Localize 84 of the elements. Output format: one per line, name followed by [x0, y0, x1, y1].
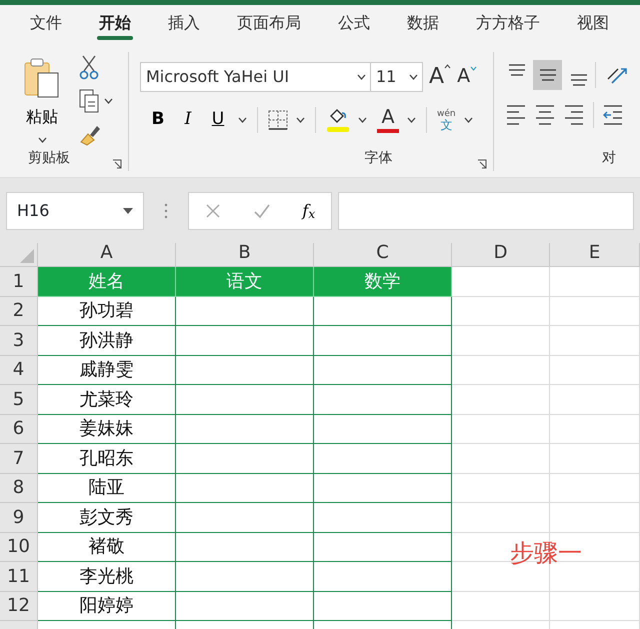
text-align-icon[interactable] [564, 103, 584, 127]
more-options-icon[interactable] [164, 202, 168, 218]
increase-font-size-button[interactable]: A [429, 60, 452, 93]
align-icon [540, 69, 556, 81]
scissors-icon[interactable] [78, 54, 100, 80]
column-header[interactable]: D [452, 243, 550, 267]
caret-down-icon [470, 66, 478, 72]
caret-up-icon [444, 64, 452, 69]
column-header[interactable]: B [176, 243, 314, 267]
header-cell: 语文 [176, 267, 314, 296]
insert-function-button[interactable]: f$_{x}$ [302, 198, 316, 222]
row-header[interactable]: 10 [0, 532, 38, 562]
column-header[interactable]: A [38, 243, 176, 267]
dropdown-arrow-icon [123, 208, 133, 214]
name-box[interactable]: H16 [6, 192, 144, 230]
caret-icon[interactable] [104, 98, 113, 104]
row-header[interactable]: 6 [0, 414, 38, 444]
table-cell: 李光桃 [38, 562, 176, 592]
ribbon-tab[interactable]: 视图 [565, 5, 621, 40]
font-name-field[interactable]: Microsoft YaHei UI [140, 62, 371, 92]
group-label: 剪贴板 [28, 149, 70, 168]
caret-icon[interactable] [296, 117, 305, 123]
row-header[interactable]: 2 [0, 296, 38, 326]
row-header[interactable]: 1 [0, 267, 38, 296]
fill-color-icon[interactable] [326, 107, 350, 133]
ribbon-tab[interactable]: 插入 [156, 5, 212, 40]
caret-icon[interactable] [358, 117, 367, 123]
ribbon-tab[interactable]: 开始 [87, 5, 143, 40]
column-header[interactable]: E [550, 243, 640, 267]
caret-icon[interactable] [38, 137, 46, 143]
ribbon-tab[interactable]: 页面布局 [225, 5, 313, 40]
header-cell: 姓名 [38, 267, 176, 296]
annotation-text: 步骤一 [510, 538, 582, 568]
table-cell: 彭文秀 [38, 503, 176, 532]
table-cell: 尤菜玲 [38, 385, 176, 414]
font-color-button[interactable]: A [377, 108, 399, 132]
ribbon-tab[interactable]: 文件 [18, 5, 74, 40]
row-header[interactable]: 9 [0, 503, 38, 532]
caret-icon[interactable] [238, 117, 247, 123]
dialog-launcher-icon[interactable] [112, 159, 122, 169]
font-size-field[interactable]: 11 [371, 62, 423, 92]
group-label: 字体 [364, 149, 392, 168]
table-cell: 陆亚 [38, 474, 176, 503]
font-style-button[interactable]: I [178, 107, 198, 133]
header-cell: 数学 [314, 267, 452, 296]
row-header[interactable]: 4 [0, 356, 38, 385]
ribbon-tab[interactable]: 数据 [395, 5, 451, 40]
paste-button[interactable]: 粘贴 [20, 54, 64, 146]
row-header[interactable]: 8 [0, 474, 38, 503]
group-label: 对 [602, 150, 616, 166]
align-icon [508, 64, 524, 76]
table-cell: 孔昭东 [38, 444, 176, 474]
text-align-icon[interactable] [535, 103, 555, 127]
column-header[interactable]: C [314, 243, 452, 267]
table-cell: 阳婷婷 [38, 592, 176, 621]
align-button[interactable] [533, 60, 562, 90]
row-header[interactable]: 3 [0, 326, 38, 356]
row-header[interactable]: 5 [0, 385, 38, 414]
formula-input-field[interactable] [338, 192, 634, 230]
font-style-button[interactable]: B [148, 107, 168, 133]
table-cell: 姜妹妹 [38, 414, 176, 444]
text-align-icon[interactable] [506, 103, 526, 127]
check-icon[interactable] [252, 202, 271, 218]
caret-icon[interactable] [409, 74, 418, 80]
font-style-button[interactable]: U [208, 107, 228, 133]
ribbon-tab[interactable]: 方方格子 [464, 5, 552, 40]
borders-icon[interactable] [268, 110, 288, 130]
ribbon-tab[interactable]: 公式 [326, 5, 382, 40]
decrease-indent-icon[interactable] [603, 103, 623, 127]
dialog-launcher-icon[interactable] [477, 159, 487, 169]
table-cell: 孙洪静 [38, 326, 176, 356]
table-cell: 戚静雯 [38, 356, 176, 385]
table-cell: 褚敬 [38, 532, 176, 562]
phonetic-guide-button[interactable]: wén 文 [437, 110, 456, 130]
copy-icon[interactable] [78, 88, 100, 114]
decrease-font-size-button[interactable]: A [457, 62, 478, 91]
row-header[interactable]: 12 [0, 592, 38, 621]
row-header[interactable]: 11 [0, 562, 38, 592]
caret-icon[interactable] [357, 74, 366, 80]
caret-icon[interactable] [464, 117, 473, 123]
row-header[interactable]: 7 [0, 444, 38, 474]
caret-icon[interactable] [407, 117, 416, 123]
align-icon [570, 74, 586, 86]
table-cell: 孙功碧 [38, 296, 176, 326]
